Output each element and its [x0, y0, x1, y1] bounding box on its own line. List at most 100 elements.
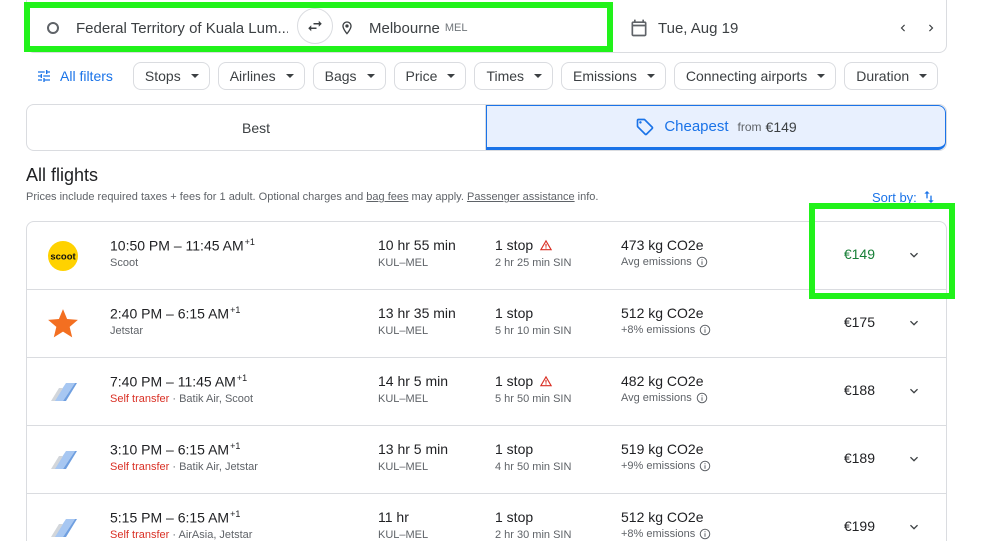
emissions-value: 482 kg CO2e — [621, 373, 704, 389]
layover-info: 4 hr 50 min SIN — [495, 461, 572, 473]
flight-row-2[interactable]: 2:40 PM – 6:15 AM+1 Jetstar 13 hr 35 min… — [27, 290, 946, 358]
filter-times[interactable]: Times — [474, 62, 554, 90]
price-tag-icon — [636, 118, 654, 135]
emissions-note: Avg emissions — [621, 256, 708, 268]
flight-row-4[interactable]: 3:10 PM – 6:15 AM+1 Self transfer · Bati… — [27, 426, 946, 494]
flight-duration: 13 hr 35 min — [378, 305, 456, 321]
all-filters-button[interactable]: All filters — [26, 62, 121, 90]
stops-info: 1 stop — [495, 509, 533, 525]
layover-info: 5 hr 10 min SIN — [495, 325, 572, 337]
airline-info: Jetstar — [110, 325, 143, 337]
day-offset: +1 — [236, 373, 248, 383]
dropdown-caret-icon — [817, 74, 826, 78]
flight-row-3[interactable]: 7:40 PM – 11:45 AM+1 Self transfer · Bat… — [27, 358, 946, 426]
expand-button[interactable] — [903, 380, 925, 402]
flight-times: 10:50 PM – 11:45 AM+1 — [110, 237, 255, 254]
swap-icon — [308, 20, 322, 32]
tab-best[interactable]: Best — [27, 105, 486, 150]
multi-airline-logo — [46, 443, 80, 477]
flight-duration: 11 hr — [378, 509, 409, 525]
info-icon[interactable] — [699, 528, 711, 540]
emissions-note-text: Avg emissions — [621, 392, 692, 404]
stops-count: 1 stop — [495, 373, 534, 389]
chevron-left-icon — [900, 24, 905, 32]
airline-name: · Batik Air, Scoot — [169, 393, 254, 405]
flight-price: €199 — [843, 518, 875, 534]
next-date-button[interactable] — [920, 17, 942, 39]
filter-duration[interactable]: Duration — [844, 62, 939, 90]
departure-time: 10:50 PM — [110, 237, 170, 254]
stops-info: 1 stop — [495, 441, 533, 457]
info-icon[interactable] — [696, 392, 708, 404]
emissions-note-text: +8% emissions — [621, 324, 696, 336]
dropdown-caret-icon — [366, 74, 375, 78]
stops-count: 1 stop — [495, 305, 534, 321]
departure-date-field[interactable]: Tue, Aug 19 — [627, 10, 948, 46]
flight-times: 7:40 PM – 11:45 AM+1 — [110, 373, 248, 390]
airline-info: Self transfer · Batik Air, Jetstar — [110, 461, 258, 473]
bag-fees-link[interactable]: bag fees — [366, 191, 408, 203]
expand-button[interactable] — [903, 448, 925, 470]
previous-date-button[interactable] — [892, 17, 914, 39]
self-transfer-label: Self transfer — [110, 529, 170, 541]
airline-info: Self transfer · AirAsia, Jetstar — [110, 529, 252, 541]
destination-field[interactable]: Melbourne MEL — [339, 8, 601, 48]
stops-info: 1 stop — [495, 305, 533, 321]
swap-button[interactable] — [297, 8, 333, 44]
stops-count: 1 stop — [495, 509, 534, 525]
destination-text: Melbourne — [369, 19, 440, 37]
flight-price: €188 — [843, 382, 875, 398]
filter-bags[interactable]: Bags — [312, 62, 386, 90]
departure-time: 7:40 PM — [110, 373, 163, 390]
tab-cheapest[interactable]: Cheapest from €149 — [486, 105, 946, 150]
info-icon[interactable] — [699, 460, 711, 472]
dropdown-caret-icon — [190, 74, 199, 78]
chevron-down-icon — [910, 524, 918, 530]
filter-stops[interactable]: Stops — [132, 62, 210, 90]
flight-list: scoot 10:50 PM – 11:45 AM+1 Scoot 10 hr … — [26, 221, 947, 541]
passenger-assistance-link[interactable]: Passenger assistance — [467, 191, 575, 203]
day-offset: +1 — [230, 441, 241, 451]
flight-row-5[interactable]: 5:15 PM – 6:15 AM+1 Self transfer · AirA… — [27, 494, 946, 541]
arrival-time: 6:15 AM — [177, 441, 230, 458]
arrival-time: 11:45 AM — [185, 237, 244, 254]
sort-by-button[interactable]: Sort by: — [872, 189, 937, 205]
warning-icon — [540, 239, 553, 251]
chip-label: Emissions — [573, 68, 637, 84]
flight-price: €175 — [843, 314, 875, 330]
dropdown-caret-icon — [447, 74, 456, 78]
sort-by-label: Sort by: — [872, 189, 917, 205]
flight-row-1[interactable]: scoot 10:50 PM – 11:45 AM+1 Scoot 10 hr … — [27, 222, 946, 290]
expand-button[interactable] — [903, 244, 925, 266]
filter-connecting-airports[interactable]: Connecting airports — [673, 62, 837, 90]
day-offset: +1 — [230, 509, 241, 519]
dropdown-caret-icon — [534, 74, 543, 78]
tab-cheapest-from: from — [737, 119, 762, 134]
expand-button[interactable] — [903, 312, 925, 334]
arrival-time: 11:45 AM — [177, 373, 236, 390]
section-title: All flights — [26, 165, 99, 185]
chevron-down-icon — [910, 320, 918, 326]
disclaimer-text: may apply. — [408, 191, 467, 203]
chevron-down-icon — [910, 252, 918, 258]
chip-label: Stops — [144, 68, 181, 84]
filter-airlines[interactable]: Airlines — [217, 62, 305, 90]
origin-field[interactable]: Federal Territory of Kuala Lum... — [33, 8, 321, 48]
info-icon[interactable] — [696, 256, 708, 268]
emissions-note: +9% emissions — [621, 460, 711, 472]
airline-name: Scoot — [110, 257, 139, 269]
layover-info: 2 hr 30 min SIN — [495, 529, 572, 541]
day-offset: +1 — [244, 237, 255, 247]
filter-emissions[interactable]: Emissions — [561, 62, 666, 90]
svg-text:scoot: scoot — [50, 252, 76, 263]
filter-price[interactable]: Price — [393, 62, 467, 90]
departure-date-text: Tue, Aug 19 — [658, 19, 739, 37]
expand-button[interactable] — [903, 516, 925, 538]
tab-cheapest-price: €149 — [765, 118, 797, 135]
info-icon[interactable] — [699, 324, 711, 336]
flight-times: 3:10 PM – 6:15 AM+1 — [110, 441, 241, 458]
emissions-note: +8% emissions — [621, 528, 711, 540]
airline-name: · AirAsia, Jetstar — [169, 529, 253, 541]
emissions-value: 473 kg CO2e — [621, 237, 704, 253]
disclaimer-text: Prices include required taxes + fees for… — [26, 191, 367, 203]
